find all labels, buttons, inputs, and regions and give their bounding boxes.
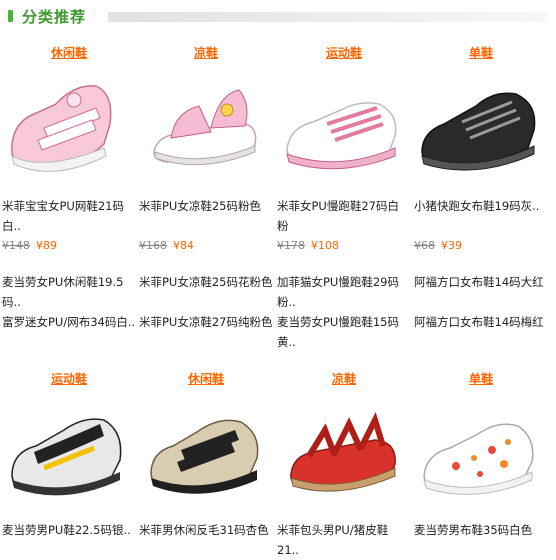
product-cell: 凉鞋 米菲包头男PU/猪皮鞋21.. [275, 370, 413, 557]
category-link[interactable]: 休闲鞋 [137, 370, 275, 388]
shoe-photo-black-beige-shoe[interactable] [141, 390, 269, 508]
product-name[interactable]: 米菲男休闲反毛31码杏色 [139, 520, 271, 540]
related-product-link[interactable]: 米菲PU女凉鞋27码纯粉色 [139, 312, 273, 332]
related-product-link[interactable]: 麦当劳女PU休闲鞋19.5码.. [2, 272, 136, 312]
shoe-photo-black-yellow-sneaker[interactable] [4, 390, 132, 508]
shoe-photo-red-sandal[interactable] [279, 390, 407, 508]
product-cell: 运动鞋 麦当劳男PU鞋22.5码银.. [0, 370, 138, 537]
section-title: 分类推荐 [22, 8, 87, 26]
product-cell: 单鞋 麦当劳男布鞋35码白色 [412, 370, 550, 537]
sale-price: ¥108 [311, 239, 339, 252]
category-link[interactable]: 运动鞋 [0, 370, 138, 388]
related-product-link[interactable]: 阿福方口女布鞋14码大红 [414, 272, 548, 292]
section-header: 分类推荐 [0, 0, 556, 28]
shoe-photo-white-canvas-shoe[interactable] [416, 390, 544, 508]
product-cell: 休闲鞋 米菲男休闲反毛31码杏色 [137, 370, 275, 537]
related-product-link[interactable]: 加菲猫女PU慢跑鞋29码粉.. [277, 272, 411, 312]
product-name[interactable]: 米菲PU女凉鞋25码粉色 [139, 196, 271, 216]
category-link[interactable]: 凉鞋 [275, 370, 413, 388]
related-product-link[interactable]: 麦当劳女PU慢跑鞋15码黄.. [277, 312, 411, 352]
related-product-link[interactable]: 米菲PU女凉鞋25码花粉色 [139, 272, 273, 292]
product-name[interactable]: 米菲女PU慢跑鞋27码白粉 [277, 196, 409, 236]
product-name[interactable]: 麦当劳男PU鞋22.5码银.. [2, 520, 134, 540]
category-link[interactable]: 休闲鞋 [0, 44, 138, 62]
related-product-link[interactable]: 富罗迷女PU/网布34码白.. [2, 312, 136, 332]
product-cell: 凉鞋 米菲PU女凉鞋25码粉色 ¥168 ¥84 米菲PU女凉鞋25码花粉色 米菲… [137, 44, 275, 329]
sale-price: ¥84 [173, 239, 194, 252]
section-divider-bar [108, 12, 548, 22]
product-price: ¥68 ¥39 [414, 238, 462, 254]
category-link[interactable]: 单鞋 [412, 44, 550, 62]
old-price: ¥148 [2, 239, 30, 252]
shoe-photo-pink-sandal[interactable] [141, 64, 269, 182]
product-cell: 运动鞋 米菲女PU慢跑鞋27码白粉 ¥178 ¥108 加菲猫女PU慢跑鞋29码粉… [275, 44, 413, 349]
sale-price: ¥89 [36, 239, 57, 252]
product-price: ¥148 ¥89 [2, 238, 57, 254]
product-name[interactable]: 小猪快跑女布鞋19码灰.. [414, 196, 546, 216]
shoe-photo-black-sneaker[interactable] [416, 64, 544, 182]
product-price: ¥178 ¥108 [277, 238, 339, 254]
product-cell: 单鞋 小猪快跑女布鞋19码灰.. ¥68 ¥39 阿福方口女布鞋14码大红 阿福方… [412, 44, 550, 329]
shoe-photo-white-pink-sneaker[interactable] [279, 64, 407, 182]
product-price: ¥168 ¥84 [139, 238, 194, 254]
product-name[interactable]: 米菲包头男PU/猪皮鞋21.. [277, 520, 409, 560]
category-link[interactable]: 凉鞋 [137, 44, 275, 62]
old-price: ¥68 [414, 239, 435, 252]
shoe-photo-pink-velcro-sneaker[interactable] [4, 64, 132, 182]
category-link[interactable]: 单鞋 [412, 370, 550, 388]
product-cell: 休闲鞋 米菲宝宝女PU网鞋21码白.. ¥148 ¥89 麦当劳女PU休闲鞋19.… [0, 44, 138, 329]
section-marker [8, 10, 13, 22]
sale-price: ¥39 [441, 239, 462, 252]
product-name[interactable]: 麦当劳男布鞋35码白色 [414, 520, 546, 540]
old-price: ¥178 [277, 239, 305, 252]
related-product-link[interactable]: 阿福方口女布鞋14码梅红 [414, 312, 548, 332]
category-link[interactable]: 运动鞋 [275, 44, 413, 62]
old-price: ¥168 [139, 239, 167, 252]
product-name[interactable]: 米菲宝宝女PU网鞋21码白.. [2, 196, 134, 236]
